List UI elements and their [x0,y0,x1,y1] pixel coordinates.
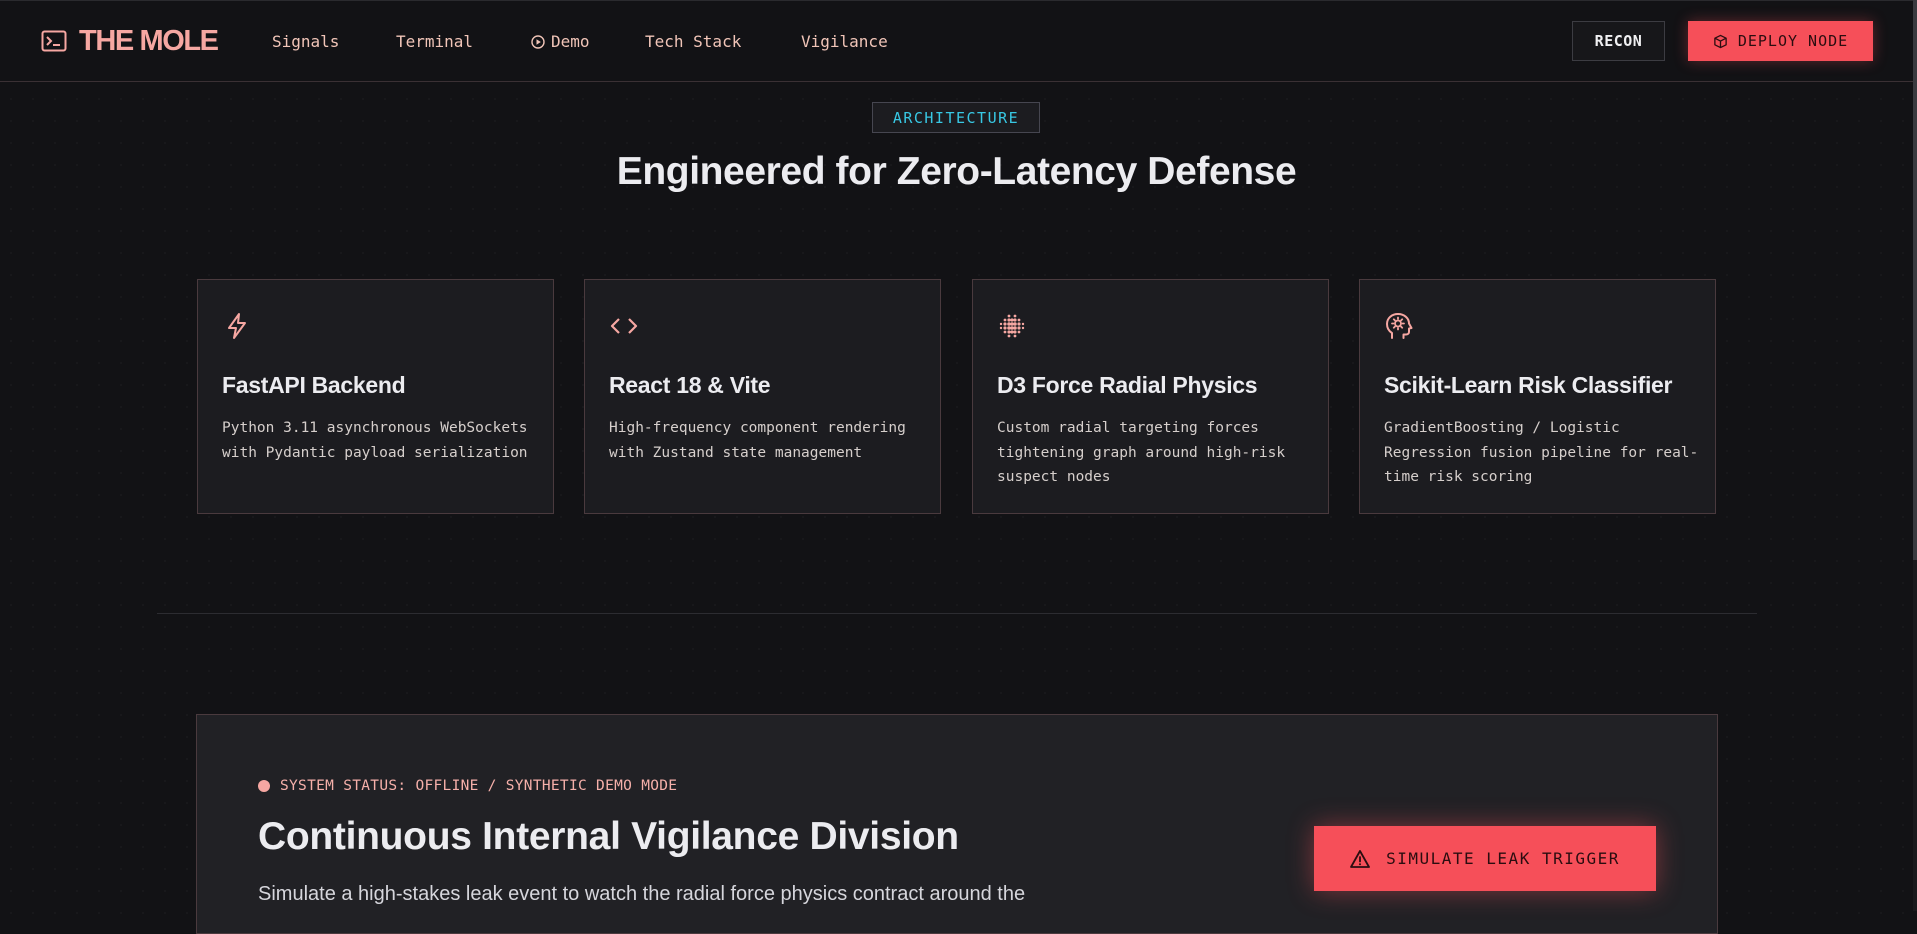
tech-card-d3: D3 Force Radial Physics Custom radial ta… [972,279,1329,514]
terminal-icon [41,30,67,52]
status-dot-icon [258,780,270,792]
deploy-node-label: DEPLOY NODE [1737,32,1849,50]
section-divider [157,613,1757,614]
brand-logo[interactable]: THE MOLE [41,23,219,59]
vigilance-description: Simulate a high-stakes leak event to wat… [258,883,1026,905]
lightning-icon [228,313,246,339]
nav-link-terminal[interactable]: Terminal [396,32,473,51]
vigilance-panel: SYSTEM STATUS: OFFLINE / SYNTHETIC DEMO … [196,714,1718,934]
code-brackets-icon [610,318,638,334]
nav-link-signals[interactable]: Signals [272,32,339,51]
dot-grid-icon [999,314,1025,338]
simulate-leak-button[interactable]: SIMULATE LEAK TRIGGER [1314,826,1656,891]
deploy-node-button[interactable]: DEPLOY NODE [1688,21,1873,61]
simulate-leak-label: SIMULATE LEAK TRIGGER [1386,849,1620,868]
card-title: Scikit-Learn Risk Classifier [1384,372,1673,398]
recon-button[interactable]: RECON [1572,21,1665,61]
system-status-text: SYSTEM STATUS: OFFLINE / SYNTHETIC DEMO … [280,778,678,794]
tech-card-react: React 18 & Vite High-frequency component… [584,279,941,514]
system-status: SYSTEM STATUS: OFFLINE / SYNTHETIC DEMO … [258,778,677,794]
section-heading: Engineered for Zero-Latency Defense [616,150,1297,193]
brand-name: THE MOLE [79,24,219,57]
warning-triangle-icon [1350,849,1370,868]
card-title: React 18 & Vite [609,372,771,398]
nav-link-vigilance[interactable]: Vigilance [801,32,888,51]
card-description: Python 3.11 asynchronous WebSockets with… [222,420,528,461]
top-navbar: THE MOLE Signals Terminal Demo Tech Stac… [0,0,1913,82]
tech-card-fastapi: FastAPI Backend Python 3.11 asynchronous… [197,279,554,514]
tech-card-scikit: Scikit-Learn Risk Classifier GradientBoo… [1359,279,1716,514]
nav-link-demo[interactable]: Demo [531,32,590,51]
scrollbar-thumb[interactable] [1913,0,1917,560]
nav-link-demo-label: Demo [551,32,590,51]
card-description: Custom radial targeting forces tightenin… [997,420,1286,485]
architecture-tag: ARCHITECTURE [872,102,1040,133]
card-description: High-frequency component rendering with … [609,420,906,461]
card-title: D3 Force Radial Physics [997,372,1258,398]
brain-gear-icon [1386,313,1413,339]
nav-link-tech-stack[interactable]: Tech Stack [645,32,741,51]
card-description: GradientBoosting / Logistic Regression f… [1384,420,1699,485]
cube-icon [1714,34,1727,48]
play-circle-icon [531,34,545,49]
card-title: FastAPI Backend [222,372,406,398]
vigilance-title: Continuous Internal Vigilance Division [258,815,959,858]
